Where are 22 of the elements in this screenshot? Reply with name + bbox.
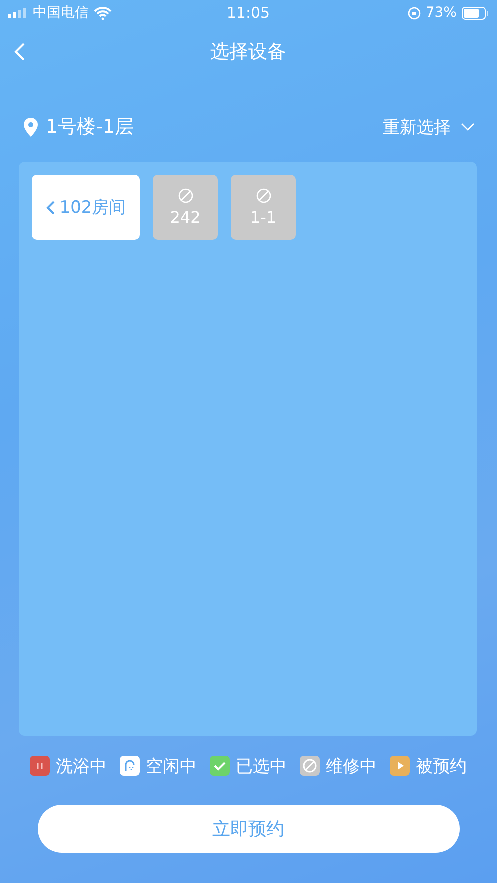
status-time: 11:05 xyxy=(226,4,270,22)
battery-icon xyxy=(462,6,489,20)
carrier-name: 中国电信 xyxy=(33,4,89,22)
prohibited-icon xyxy=(178,188,194,204)
prohibited-icon xyxy=(256,188,272,204)
legend-label: 维修中 xyxy=(326,756,377,778)
legend-label: 洗浴中 xyxy=(56,756,107,778)
room-back-button[interactable]: 102房间 xyxy=(32,175,140,240)
legend-label: 被预约 xyxy=(416,756,467,778)
reselect-button[interactable]: 重新选择 xyxy=(383,116,475,138)
location-name: 1号楼-1层 xyxy=(46,115,134,140)
battery-percent: 73% xyxy=(426,5,457,21)
chevron-left-icon xyxy=(46,200,56,216)
chevron-down-icon xyxy=(461,123,475,131)
rotation-lock-icon xyxy=(408,6,421,20)
legend-label: 空闲中 xyxy=(146,756,197,778)
legend-label: 已选中 xyxy=(236,756,287,778)
wifi-icon xyxy=(94,6,112,20)
location-pin-icon xyxy=(24,118,38,136)
signal-icon xyxy=(8,8,28,18)
page-title: 选择设备 xyxy=(210,40,286,65)
book-now-button[interactable]: 立即预约 xyxy=(38,805,460,853)
